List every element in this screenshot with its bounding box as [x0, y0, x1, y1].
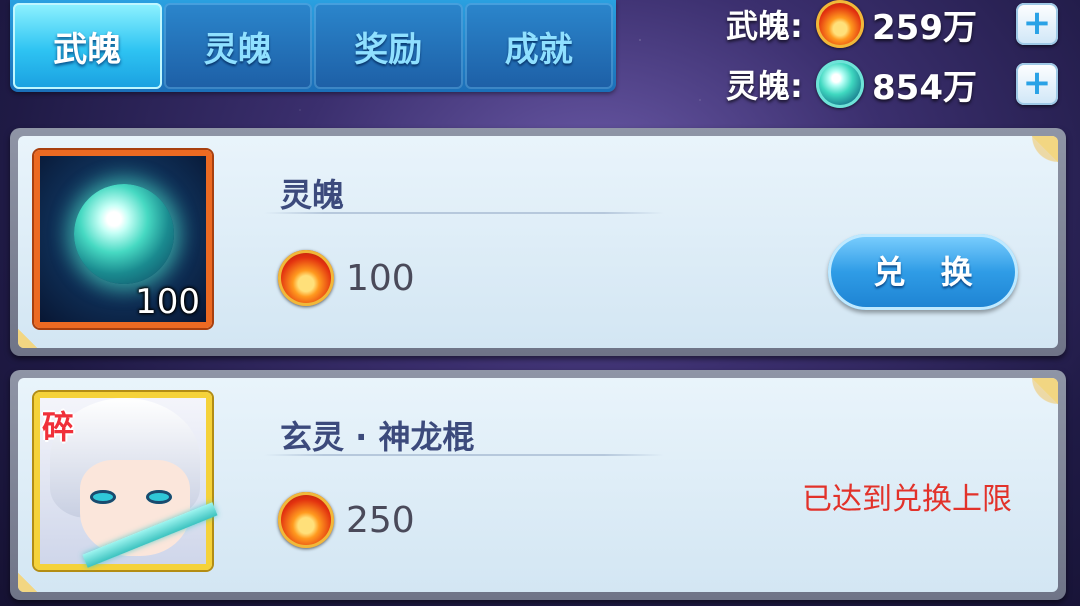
tab-bar: 武魄 灵魄 奖励 成就: [10, 0, 616, 92]
divider: [264, 212, 664, 214]
exchange-item-card: 碎 玄灵 · 神龙棍 250 已达到兑换上限: [10, 370, 1066, 600]
tab-rewards[interactable]: 奖励: [314, 3, 463, 89]
tab-achievements[interactable]: 成就: [464, 3, 613, 89]
item-icon-frame[interactable]: 100: [34, 150, 212, 328]
divider: [264, 454, 664, 456]
fire-soul-icon: [278, 492, 334, 548]
currency-value: 259万: [872, 7, 977, 48]
hero-eye: [90, 490, 116, 504]
corner-ornament: [998, 378, 1058, 438]
spirit-orb-icon: [74, 184, 174, 284]
cost-value: 250: [346, 499, 415, 541]
currency-lingpo: 灵魄: 854万 +: [726, 60, 1058, 108]
item-icon-frame[interactable]: 碎: [34, 392, 218, 570]
currency-value: 854万: [872, 67, 977, 108]
add-wupo-button[interactable]: +: [1016, 3, 1058, 45]
add-lingpo-button[interactable]: +: [1016, 63, 1058, 105]
cost-value: 100: [346, 257, 415, 299]
exchange-item-card: 100 灵魄 100 兑 换: [10, 128, 1066, 356]
hero-eye: [146, 490, 172, 504]
exchange-limit-status: 已达到兑换上限: [802, 482, 1012, 517]
item-count: 100: [135, 282, 200, 322]
fire-soul-icon: [278, 250, 334, 306]
corner-ornament: [998, 136, 1058, 196]
card-body: 碎 玄灵 · 神龙棍 250 已达到兑换上限: [18, 378, 1058, 592]
item-cost: 100: [278, 250, 415, 306]
currency-label: 武魄:: [726, 7, 803, 45]
tab-wupo[interactable]: 武魄: [13, 3, 162, 89]
item-name: 灵魄: [280, 176, 345, 214]
spirit-orb-icon: [816, 60, 864, 108]
item-cost: 250: [278, 492, 415, 548]
currency-label: 灵魄:: [726, 67, 803, 105]
card-body: 100 灵魄 100 兑 换: [18, 136, 1058, 348]
fire-soul-icon: [816, 0, 864, 48]
item-name: 玄灵 · 神龙棍: [280, 418, 475, 456]
exchange-button[interactable]: 兑 换: [828, 234, 1018, 310]
currency-wupo: 武魄: 259万 +: [726, 0, 1058, 48]
tab-lingpo[interactable]: 灵魄: [163, 3, 312, 89]
shard-badge: 碎: [42, 408, 75, 446]
